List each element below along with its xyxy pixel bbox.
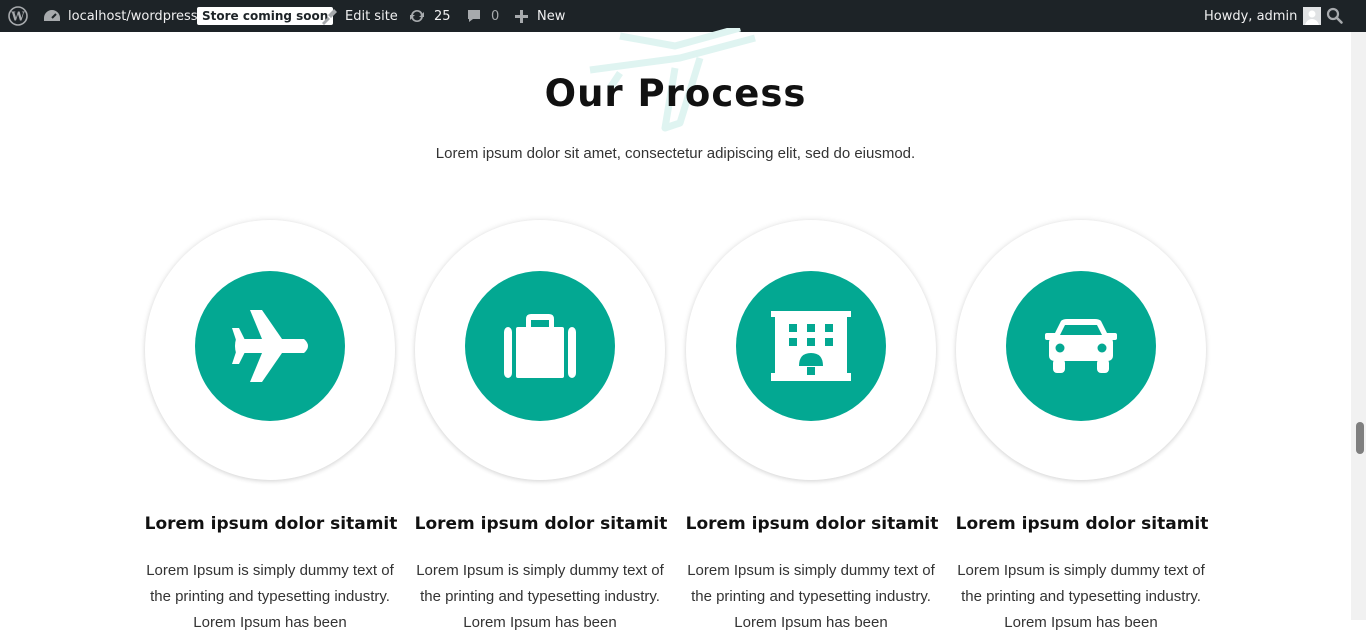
card-circle (686, 220, 936, 480)
card-circle (145, 220, 395, 480)
airplane-icon (232, 310, 308, 382)
card-title: Lorem ipsum dolor sitamit (955, 514, 1209, 534)
car-icon (1045, 319, 1117, 373)
site-name-label: localhost/wordpress (68, 8, 198, 24)
icon-badge (736, 271, 886, 421)
card-text: Lorem Ipsum is simply dummy text of the … (687, 562, 935, 631)
section-title: Our Process (544, 72, 807, 115)
icon-badge (465, 271, 615, 421)
card-title: Lorem ipsum dolor sitamit (414, 514, 668, 534)
card-circle (415, 220, 665, 480)
dashboard-icon (43, 8, 61, 24)
edit-site-label: Edit site (345, 8, 398, 24)
icon-badge (195, 271, 345, 421)
card-text: Lorem Ipsum is simply dummy text of the … (146, 562, 394, 631)
updates-link[interactable]: 25 (408, 0, 451, 32)
wordpress-logo-icon[interactable]: W (8, 0, 28, 32)
my-account-link[interactable]: Howdy, admin (1204, 0, 1322, 32)
comment-icon (466, 8, 482, 24)
new-content-link[interactable]: New (514, 0, 565, 32)
scrollbar-thumb[interactable] (1356, 422, 1364, 454)
store-coming-soon-badge[interactable]: Store coming soon (197, 0, 334, 32)
hotel-icon (771, 311, 851, 381)
plus-icon (514, 9, 529, 24)
page-scrollbar[interactable] (1351, 32, 1366, 620)
brush-icon (320, 7, 338, 25)
updates-count: 25 (434, 8, 451, 24)
suitcase-icon (504, 314, 576, 378)
card-circle (956, 220, 1206, 480)
card-text: Lorem Ipsum is simply dummy text of the … (416, 562, 664, 631)
avatar (1303, 7, 1322, 25)
howdy-label: Howdy, admin (1204, 8, 1298, 24)
new-label: New (537, 8, 566, 24)
section-subtitle: Lorem ipsum dolor sit amet, consectetur … (435, 145, 916, 162)
icon-badge (1006, 271, 1156, 421)
refresh-icon (408, 7, 426, 25)
edit-site-link[interactable]: Edit site (320, 0, 398, 32)
card-text: Lorem Ipsum is simply dummy text of the … (957, 562, 1205, 631)
comments-count: 0 (491, 8, 500, 24)
card-title: Lorem ipsum dolor sitamit (685, 514, 939, 534)
comments-link[interactable]: 0 (466, 0, 499, 32)
card-title: Lorem ipsum dolor sitamit (144, 514, 398, 534)
site-name-link[interactable]: localhost/wordpress (43, 0, 198, 32)
search-icon[interactable] (1326, 0, 1344, 32)
svg-text:W: W (10, 10, 25, 24)
